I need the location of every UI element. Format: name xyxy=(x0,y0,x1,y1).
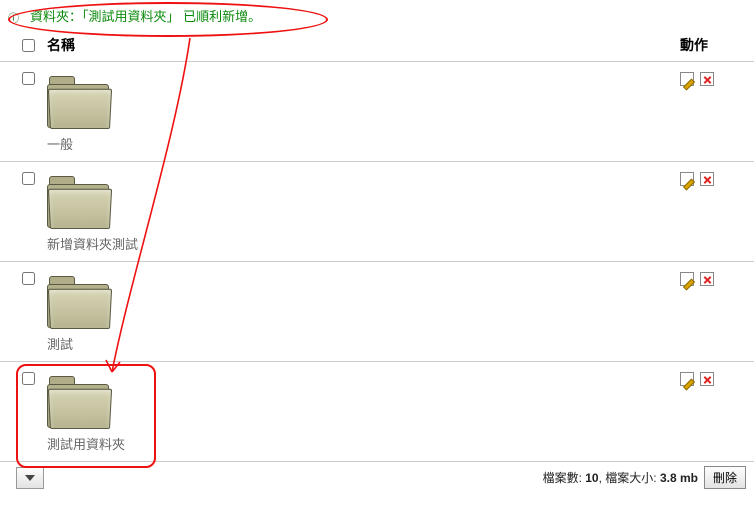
footer-bar: 檔案數: 10, 檔案大小: 3.8 mb 刪除 xyxy=(0,462,754,495)
delete-icon[interactable] xyxy=(700,372,714,386)
folder-label: 測試 xyxy=(47,334,73,353)
delete-icon[interactable] xyxy=(700,72,714,86)
folder-label: 一般 xyxy=(47,134,73,153)
row-actions xyxy=(680,372,740,453)
folder-icon[interactable] xyxy=(47,272,111,328)
row-content: 一般 xyxy=(47,68,680,153)
success-message: 資料夾：「測試用資料夾」 已順利新增。 xyxy=(30,9,261,24)
file-size-label: 檔案大小: xyxy=(605,471,656,485)
folder-icon[interactable] xyxy=(47,372,111,428)
table-header: 名稱 動作 xyxy=(0,29,754,62)
folder-icon[interactable] xyxy=(47,72,111,128)
row-checkbox[interactable] xyxy=(22,172,35,185)
edit-icon[interactable] xyxy=(680,172,694,186)
row-actions xyxy=(680,72,740,153)
row-content: 測試用資料夾 xyxy=(47,368,680,453)
folder-label: 新增資料夾測試 xyxy=(47,234,138,253)
select-all-checkbox[interactable] xyxy=(22,39,35,52)
bulk-action-dropdown[interactable] xyxy=(16,467,44,489)
folder-icon[interactable] xyxy=(47,172,111,228)
folder-row: 測試用資料夾 xyxy=(0,362,754,462)
edit-icon[interactable] xyxy=(680,372,694,386)
row-checkbox[interactable] xyxy=(22,372,35,385)
file-count-label: 檔案數: xyxy=(543,471,582,485)
row-checkbox[interactable] xyxy=(22,72,35,85)
row-content: 測試 xyxy=(47,268,680,353)
delete-icon[interactable] xyxy=(700,172,714,186)
header-name: 名稱 xyxy=(47,35,680,55)
edit-icon[interactable] xyxy=(680,272,694,286)
folder-row: 新增資料夾測試 xyxy=(0,162,754,262)
row-content: 新增資料夾測試 xyxy=(47,168,680,253)
delete-button[interactable]: 刪除 xyxy=(704,466,746,489)
row-actions xyxy=(680,272,740,353)
delete-icon[interactable] xyxy=(700,272,714,286)
file-count-value: 10 xyxy=(585,471,598,485)
folder-row: 測試 xyxy=(0,262,754,362)
row-actions xyxy=(680,172,740,253)
file-size-value: 3.8 mb xyxy=(660,471,698,485)
folder-label: 測試用資料夾 xyxy=(47,434,125,453)
info-icon: ⓘ xyxy=(8,10,19,26)
row-checkbox[interactable] xyxy=(22,272,35,285)
footer-info: 檔案數: 10, 檔案大小: 3.8 mb xyxy=(543,469,698,486)
header-actions: 動作 xyxy=(680,35,740,55)
folder-row: 一般 xyxy=(0,62,754,162)
edit-icon[interactable] xyxy=(680,72,694,86)
